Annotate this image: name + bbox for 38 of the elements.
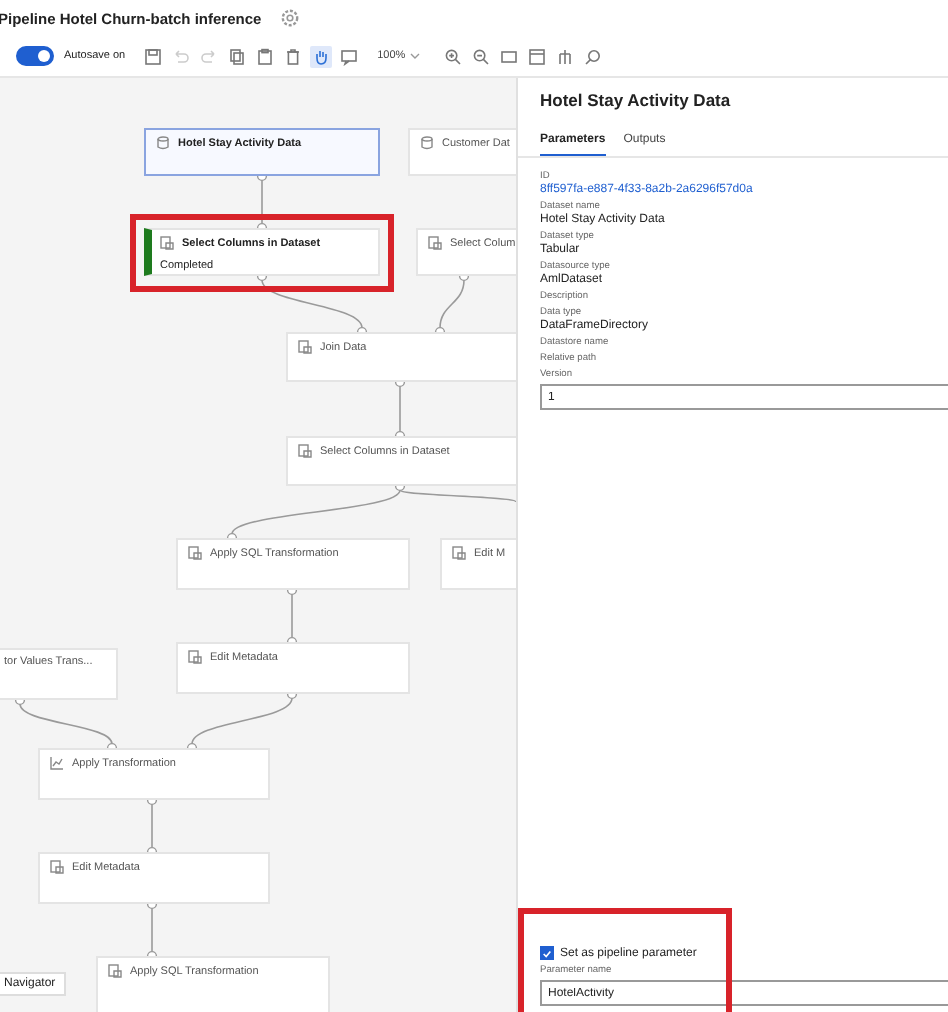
connector-line (191, 697, 293, 745)
module-icon (50, 860, 64, 874)
search-icon[interactable] (581, 45, 604, 67)
connector-line (261, 279, 363, 329)
module-icon (298, 444, 312, 458)
connector-line (151, 907, 153, 953)
zoom-out-icon[interactable] (469, 45, 492, 67)
zoom-in-icon[interactable] (441, 45, 464, 67)
paste-icon[interactable] (253, 45, 276, 67)
frame-icon[interactable] (525, 45, 548, 67)
pan-icon[interactable] (309, 45, 332, 67)
autosave-toggle[interactable] (16, 46, 54, 66)
connector-line (261, 179, 263, 225)
module-icon (108, 964, 122, 978)
copy-icon[interactable] (225, 45, 248, 67)
save-icon[interactable] (141, 45, 164, 67)
connector-line (151, 803, 153, 849)
module-icon (298, 340, 312, 354)
module-icon (428, 236, 442, 250)
panel-title: Hotel Stay Activity Data (540, 90, 733, 110)
connector-line (19, 703, 113, 745)
database-icon (156, 136, 170, 150)
connector-line (291, 593, 293, 639)
module-icon (188, 650, 202, 664)
database-icon (420, 136, 434, 150)
checkbox[interactable] (540, 946, 554, 960)
module-icon (160, 236, 174, 250)
connector-line (399, 385, 401, 433)
module-icon (188, 546, 202, 560)
tree-icon[interactable] (553, 45, 576, 67)
caret-icon (409, 52, 420, 60)
module-icon (452, 546, 466, 560)
fit-icon[interactable] (497, 45, 520, 67)
chart-icon (50, 756, 64, 770)
delete-icon[interactable] (281, 45, 304, 67)
settings-icon[interactable] (279, 8, 300, 28)
comment-icon[interactable] (337, 45, 360, 67)
connector-line (439, 279, 465, 329)
